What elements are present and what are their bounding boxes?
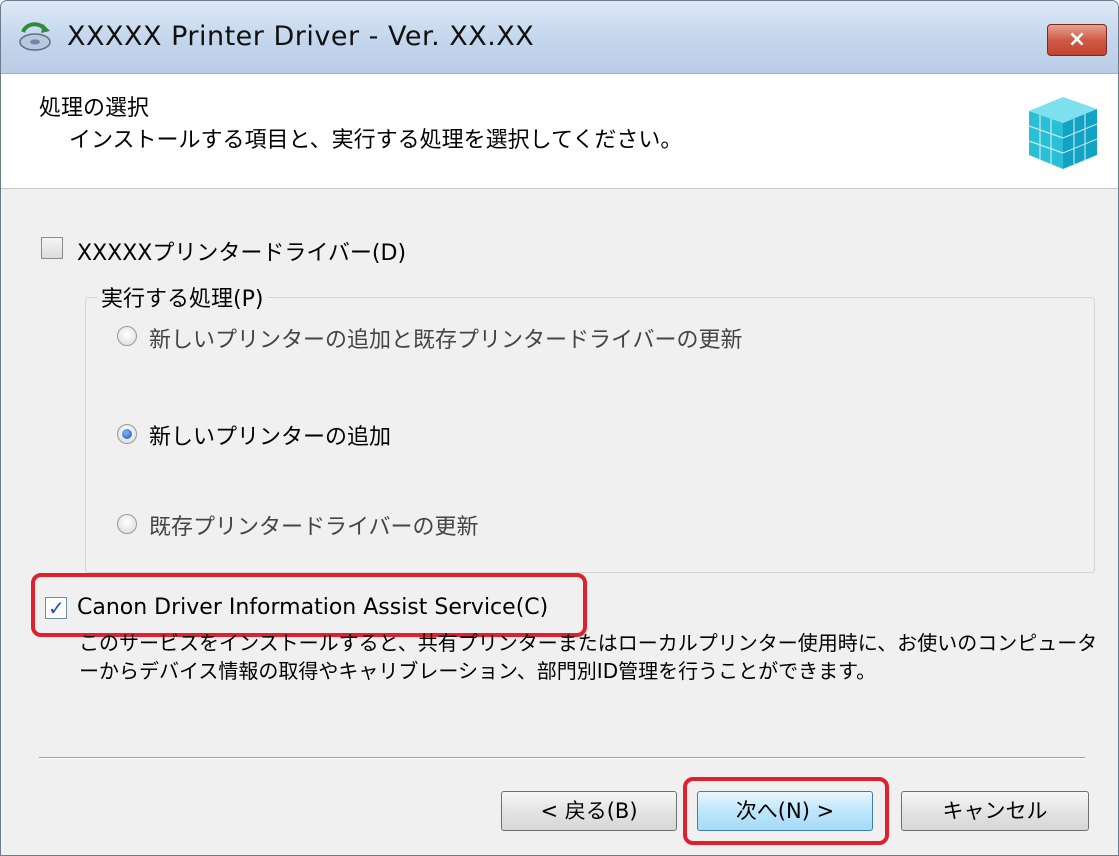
driver-checkbox-label[interactable]: XXXXXプリンタードライバー(D) xyxy=(77,235,406,267)
radio-add-and-update-label[interactable]: 新しいプリンターの追加と既存プリンタードライバーの更新 xyxy=(149,322,743,354)
back-button[interactable]: < 戻る(B) xyxy=(501,791,677,831)
driver-checkbox[interactable] xyxy=(41,237,63,259)
separator xyxy=(39,757,1085,759)
cancel-button[interactable]: キャンセル xyxy=(901,791,1089,831)
installer-icon xyxy=(19,22,51,51)
radio-update-driver[interactable] xyxy=(117,514,137,534)
title-bar: XXXXX Printer Driver - Ver. XX.XX × xyxy=(1,1,1118,74)
process-group-label: 実行する処理(P) xyxy=(97,281,268,313)
cube-icon xyxy=(1028,97,1098,169)
radio-add-new-printer-label[interactable]: 新しいプリンターの追加 xyxy=(149,419,391,451)
installer-window: XXXXX Printer Driver - Ver. XX.XX × 処理の選… xyxy=(0,0,1119,856)
radio-add-and-update[interactable] xyxy=(117,326,137,346)
radio-update-driver-label[interactable]: 既存プリンタードライバーの更新 xyxy=(149,509,479,541)
radio-add-new-printer[interactable] xyxy=(117,424,137,444)
close-icon: × xyxy=(1067,27,1087,52)
close-button[interactable]: × xyxy=(1047,24,1107,56)
wizard-content: XXXXXプリンタードライバー(D) 実行する処理(P) 新しいプリンターの追加… xyxy=(1,189,1118,855)
page-title: 処理の選択 xyxy=(39,96,150,121)
wizard-header: 処理の選択 インストールする項目と、実行する処理を選択してください。 xyxy=(1,74,1118,189)
window-title: XXXXX Printer Driver - Ver. XX.XX xyxy=(67,21,535,52)
highlight-frame-assist xyxy=(31,573,587,637)
highlight-frame-next xyxy=(683,777,889,845)
page-subtitle: インストールする項目と、実行する処理を選択してください。 xyxy=(69,128,683,153)
assist-service-description: このサービスをインストールすると、共有プリンターまたはローカルプリンター使用時に… xyxy=(79,631,1098,683)
